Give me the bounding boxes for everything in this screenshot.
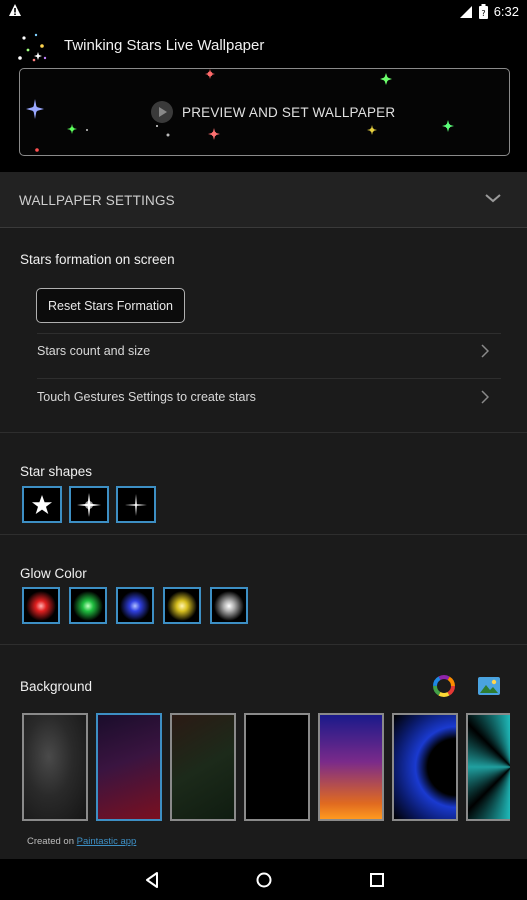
stars-count-label: Stars count and size — [37, 344, 151, 358]
settings-content: Stars formation on screen Reset Stars Fo… — [0, 229, 527, 859]
glow-color-title: Glow Color — [20, 566, 87, 581]
glow-white-swatch — [214, 590, 244, 621]
app-header: Twinking Stars Live Wallpaper PREVIEW AN… — [0, 24, 527, 172]
five-point-star-icon — [32, 494, 52, 514]
star-shape-option[interactable] — [69, 486, 109, 523]
touch-gestures-label: Touch Gestures Settings to create stars — [37, 390, 256, 404]
status-time: 6:32 — [493, 4, 519, 19]
star-shapes-title: Star shapes — [20, 464, 93, 479]
divider — [0, 534, 527, 535]
back-icon[interactable] — [142, 870, 162, 890]
wallpaper-settings-header[interactable]: WALLPAPER SETTINGS — [0, 172, 527, 228]
divider — [0, 432, 527, 433]
stars-formation-title: Stars formation on screen — [20, 252, 175, 267]
four-point-thin-star-icon — [125, 493, 147, 516]
background-title: Background — [20, 679, 93, 694]
battery-icon: ? — [478, 4, 488, 19]
color-wheel-icon[interactable] — [432, 674, 456, 698]
touch-gestures-settings-row[interactable]: Touch Gestures Settings to create stars — [37, 376, 501, 420]
background-thumbnails — [22, 713, 510, 823]
reset-stars-formation-button[interactable]: Reset Stars Formation — [36, 288, 185, 323]
paintastic-app-link[interactable]: Paintastic app — [77, 836, 137, 847]
image-gallery-icon[interactable] — [477, 674, 501, 698]
credit-line: Created on Paintastic app — [27, 836, 136, 847]
glow-green-swatch — [73, 590, 103, 621]
background-thumbnail[interactable] — [318, 713, 384, 821]
star-shapes-row — [22, 486, 156, 523]
home-icon[interactable] — [254, 870, 274, 890]
signal-icon — [459, 5, 472, 18]
four-point-glow-star-icon — [77, 492, 101, 517]
status-bar: ? 6:32 — [0, 0, 527, 24]
background-tools — [432, 674, 501, 698]
system-nav-bar — [0, 859, 527, 900]
stars-count-and-size-row[interactable]: Stars count and size — [37, 330, 501, 374]
background-thumbnail[interactable] — [392, 713, 458, 821]
credit-prefix: Created on — [27, 836, 75, 847]
glow-color-green[interactable] — [69, 587, 107, 624]
glow-color-white[interactable] — [210, 587, 248, 624]
warning-icon — [9, 4, 21, 16]
glow-color-blue[interactable] — [116, 587, 154, 624]
preview-center: PREVIEW AND SET WALLPAPER — [150, 100, 395, 124]
divider — [0, 644, 527, 645]
recents-icon[interactable] — [367, 870, 387, 890]
preview-label: PREVIEW AND SET WALLPAPER — [182, 104, 396, 120]
glow-blue-swatch — [120, 590, 150, 621]
preview-and-set-wallpaper-button[interactable]: PREVIEW AND SET WALLPAPER — [19, 68, 510, 156]
glow-yellow-swatch — [167, 590, 197, 621]
glow-color-row — [22, 587, 248, 624]
glow-red-swatch — [26, 590, 56, 621]
app-logo-icon — [18, 33, 47, 62]
chevron-down-icon[interactable] — [484, 192, 502, 204]
app-title: Twinking Stars Live Wallpaper — [64, 37, 265, 54]
glow-color-red[interactable] — [22, 587, 60, 624]
star-shape-option[interactable] — [22, 486, 62, 523]
background-thumbnail[interactable] — [96, 713, 162, 821]
background-thumbnail[interactable] — [22, 713, 88, 821]
play-icon — [151, 101, 173, 123]
background-thumbnail[interactable] — [466, 713, 510, 821]
chevron-right-icon — [481, 390, 489, 404]
chevron-right-icon — [481, 344, 489, 358]
background-thumbnail[interactable] — [244, 713, 310, 821]
background-thumbnail[interactable] — [170, 713, 236, 821]
glow-color-yellow[interactable] — [163, 587, 201, 624]
svg-text:?: ? — [481, 9, 485, 18]
star-shape-option[interactable] — [116, 486, 156, 523]
section-title: WALLPAPER SETTINGS — [19, 193, 175, 208]
